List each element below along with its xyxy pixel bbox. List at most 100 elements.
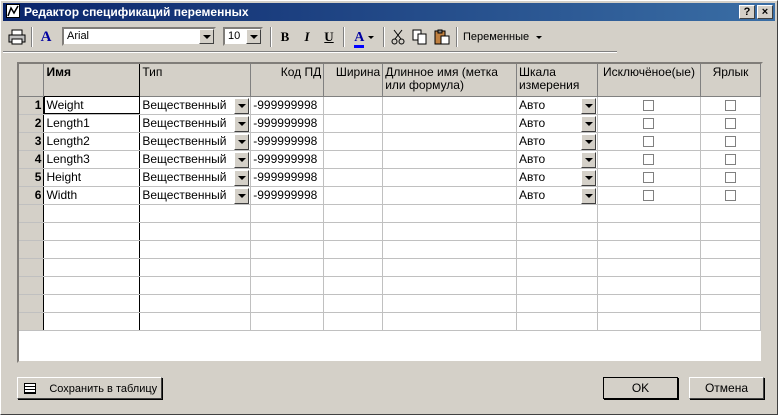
close-button[interactable]: × xyxy=(757,5,773,19)
chevron-down-icon[interactable] xyxy=(580,115,596,131)
font-color-button[interactable]: A xyxy=(349,27,379,48)
row-number[interactable]: 4 xyxy=(19,150,45,169)
chevron-down-icon[interactable] xyxy=(580,187,596,203)
cell-long-name[interactable] xyxy=(382,276,518,295)
cell-type[interactable] xyxy=(139,276,252,295)
chevron-down-icon[interactable] xyxy=(199,29,214,44)
cell-excluded[interactable] xyxy=(597,132,701,151)
chevron-down-icon[interactable] xyxy=(234,115,250,131)
text-style-icon[interactable]: A xyxy=(37,27,55,47)
cell-name[interactable] xyxy=(43,258,141,277)
cell-width[interactable] xyxy=(323,96,384,115)
chevron-down-icon[interactable] xyxy=(580,151,596,167)
print-icon[interactable] xyxy=(7,27,27,47)
cell-scale[interactable]: Авто xyxy=(516,114,598,133)
cancel-button[interactable]: Отмена xyxy=(689,377,764,399)
excluded-checkbox[interactable] xyxy=(643,136,655,148)
cell-excluded[interactable] xyxy=(597,240,701,259)
variables-grid[interactable]: Имя Тип Код ПД Ширина Длинное имя (метка… xyxy=(17,62,763,363)
cell-scale[interactable] xyxy=(516,240,598,259)
cell-excluded[interactable] xyxy=(597,222,701,241)
cell-width[interactable] xyxy=(323,294,384,313)
row-number[interactable]: 3 xyxy=(19,132,45,151)
cell-label[interactable] xyxy=(700,114,761,133)
cell-long-name[interactable] xyxy=(382,96,518,115)
cell-code[interactable] xyxy=(250,222,325,241)
column-header-name[interactable]: Имя xyxy=(43,64,141,97)
cell-name[interactable]: Length1 xyxy=(43,114,141,133)
excluded-checkbox[interactable] xyxy=(643,118,655,130)
cell-type[interactable]: Вещественный xyxy=(139,186,252,205)
column-header-code[interactable]: Код ПД xyxy=(250,64,325,97)
cell-type[interactable]: Вещественный xyxy=(139,168,252,187)
cell-label[interactable] xyxy=(700,294,761,313)
column-header-width[interactable]: Ширина xyxy=(323,64,384,97)
cell-long-name[interactable] xyxy=(382,132,518,151)
cut-icon[interactable] xyxy=(389,27,407,47)
cell-long-name[interactable] xyxy=(382,294,518,313)
cell-excluded[interactable] xyxy=(597,114,701,133)
label-checkbox[interactable] xyxy=(724,118,736,130)
chevron-down-icon[interactable] xyxy=(580,169,596,185)
excluded-checkbox[interactable] xyxy=(643,154,655,166)
cell-label[interactable] xyxy=(700,276,761,295)
chevron-down-icon[interactable] xyxy=(234,97,250,113)
cell-scale[interactable]: Авто xyxy=(516,168,598,187)
underline-button[interactable]: U xyxy=(320,27,338,47)
row-number[interactable]: 5 xyxy=(19,168,45,187)
cell-long-name[interactable] xyxy=(382,258,518,277)
column-header-excluded[interactable]: Исключёное(ые) xyxy=(597,64,701,97)
chevron-down-icon[interactable] xyxy=(234,169,250,185)
cell-long-name[interactable] xyxy=(382,204,518,223)
cell-width[interactable] xyxy=(323,114,384,133)
cell-excluded[interactable] xyxy=(597,96,701,115)
cell-code[interactable] xyxy=(250,276,325,295)
cell-label[interactable] xyxy=(700,240,761,259)
ok-button[interactable]: OK xyxy=(603,377,678,399)
cell-type[interactable] xyxy=(139,258,252,277)
cell-name[interactable] xyxy=(43,294,141,313)
cell-scale[interactable] xyxy=(516,294,598,313)
cell-code[interactable] xyxy=(250,204,325,223)
cell-type[interactable] xyxy=(139,204,252,223)
cell-width[interactable] xyxy=(323,276,384,295)
cell-type[interactable] xyxy=(139,294,252,313)
cell-long-name[interactable] xyxy=(382,150,518,169)
cell-width[interactable] xyxy=(323,204,384,223)
cell-label[interactable] xyxy=(700,168,761,187)
row-number[interactable]: 1 xyxy=(19,96,45,115)
excluded-checkbox[interactable] xyxy=(643,190,655,202)
row-number[interactable] xyxy=(19,222,45,241)
cell-scale[interactable]: Авто xyxy=(516,186,598,205)
cell-label[interactable] xyxy=(700,312,761,331)
cell-name[interactable] xyxy=(43,240,141,259)
cell-type[interactable] xyxy=(139,240,252,259)
cell-type[interactable]: Вещественный xyxy=(139,96,252,115)
column-header-scale[interactable]: Шкала измерения xyxy=(516,64,598,97)
cell-code[interactable] xyxy=(250,258,325,277)
row-number[interactable] xyxy=(19,258,45,277)
cell-width[interactable] xyxy=(323,258,384,277)
row-number[interactable] xyxy=(19,240,45,259)
cell-type[interactable]: Вещественный xyxy=(139,132,252,151)
cell-name[interactable] xyxy=(43,312,141,331)
cell-excluded[interactable] xyxy=(597,294,701,313)
label-checkbox[interactable] xyxy=(724,100,736,112)
cell-long-name[interactable] xyxy=(382,114,518,133)
label-checkbox[interactable] xyxy=(724,172,736,184)
column-header-type[interactable]: Тип xyxy=(139,64,252,97)
font-size-select[interactable]: 10 xyxy=(223,27,263,46)
cell-excluded[interactable] xyxy=(597,312,701,331)
column-header-long-name[interactable]: Длинное имя (метка или формула) xyxy=(382,64,518,97)
cell-excluded[interactable] xyxy=(597,186,701,205)
cell-long-name[interactable] xyxy=(382,186,518,205)
label-checkbox[interactable] xyxy=(724,190,736,202)
italic-button[interactable]: I xyxy=(298,27,316,47)
cell-excluded[interactable] xyxy=(597,150,701,169)
cell-label[interactable] xyxy=(700,204,761,223)
cell-name[interactable]: Width xyxy=(43,186,141,205)
chevron-down-icon[interactable] xyxy=(580,97,596,113)
cell-scale[interactable] xyxy=(516,312,598,331)
variables-menu-button[interactable]: Переменные xyxy=(463,27,545,47)
chevron-down-icon[interactable] xyxy=(580,133,596,149)
